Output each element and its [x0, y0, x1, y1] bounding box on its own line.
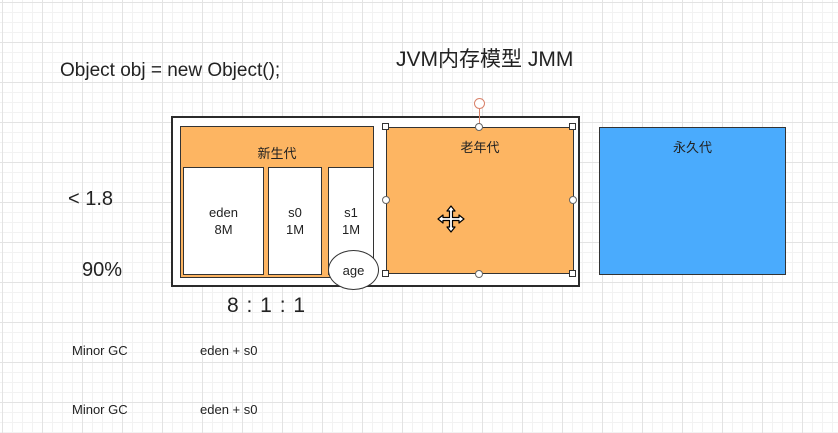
gc-row-value: eden + s0 [200, 402, 258, 417]
code-line: Object obj = new Object(); [60, 60, 281, 81]
eden-space[interactable]: eden 8M [183, 167, 264, 275]
s1-size: 1M [341, 222, 361, 237]
percent-note: 90% [82, 259, 123, 281]
gc-row-label: Minor GC [72, 402, 128, 417]
connection-point-bottom[interactable] [475, 270, 483, 278]
resize-handle-se[interactable] [569, 270, 576, 277]
diagram-title: JVM内存模型 JMM [396, 48, 574, 71]
s1-name: s1 [344, 205, 358, 220]
permanent-generation-label: 永久代 [672, 140, 712, 155]
connection-point-top[interactable] [475, 123, 483, 131]
connection-point-left[interactable] [382, 196, 390, 204]
age-ellipse[interactable]: age [328, 250, 379, 290]
s0-space[interactable]: s0 1M [268, 167, 322, 275]
age-label: age [342, 262, 365, 278]
move-cursor-icon [437, 205, 465, 233]
s0-name: s0 [288, 205, 302, 220]
young-generation-label: 新生代 [257, 146, 297, 161]
resize-handle-ne[interactable] [569, 123, 576, 130]
gc-row-value: eden + s0 [200, 343, 258, 358]
old-generation-label: 老年代 [460, 140, 500, 155]
resize-handle-sw[interactable] [382, 270, 389, 277]
connection-point-right[interactable] [569, 196, 577, 204]
s0-size: 1M [285, 222, 305, 237]
resize-handle-nw[interactable] [382, 123, 389, 130]
eden-name: eden [209, 205, 238, 220]
rotate-handle[interactable] [474, 98, 485, 109]
ratio-note: 8 : 1 : 1 [227, 294, 307, 317]
eden-size: 8M [214, 222, 233, 237]
version-note: < 1.8 [68, 188, 114, 210]
gc-row-label: Minor GC [72, 343, 128, 358]
